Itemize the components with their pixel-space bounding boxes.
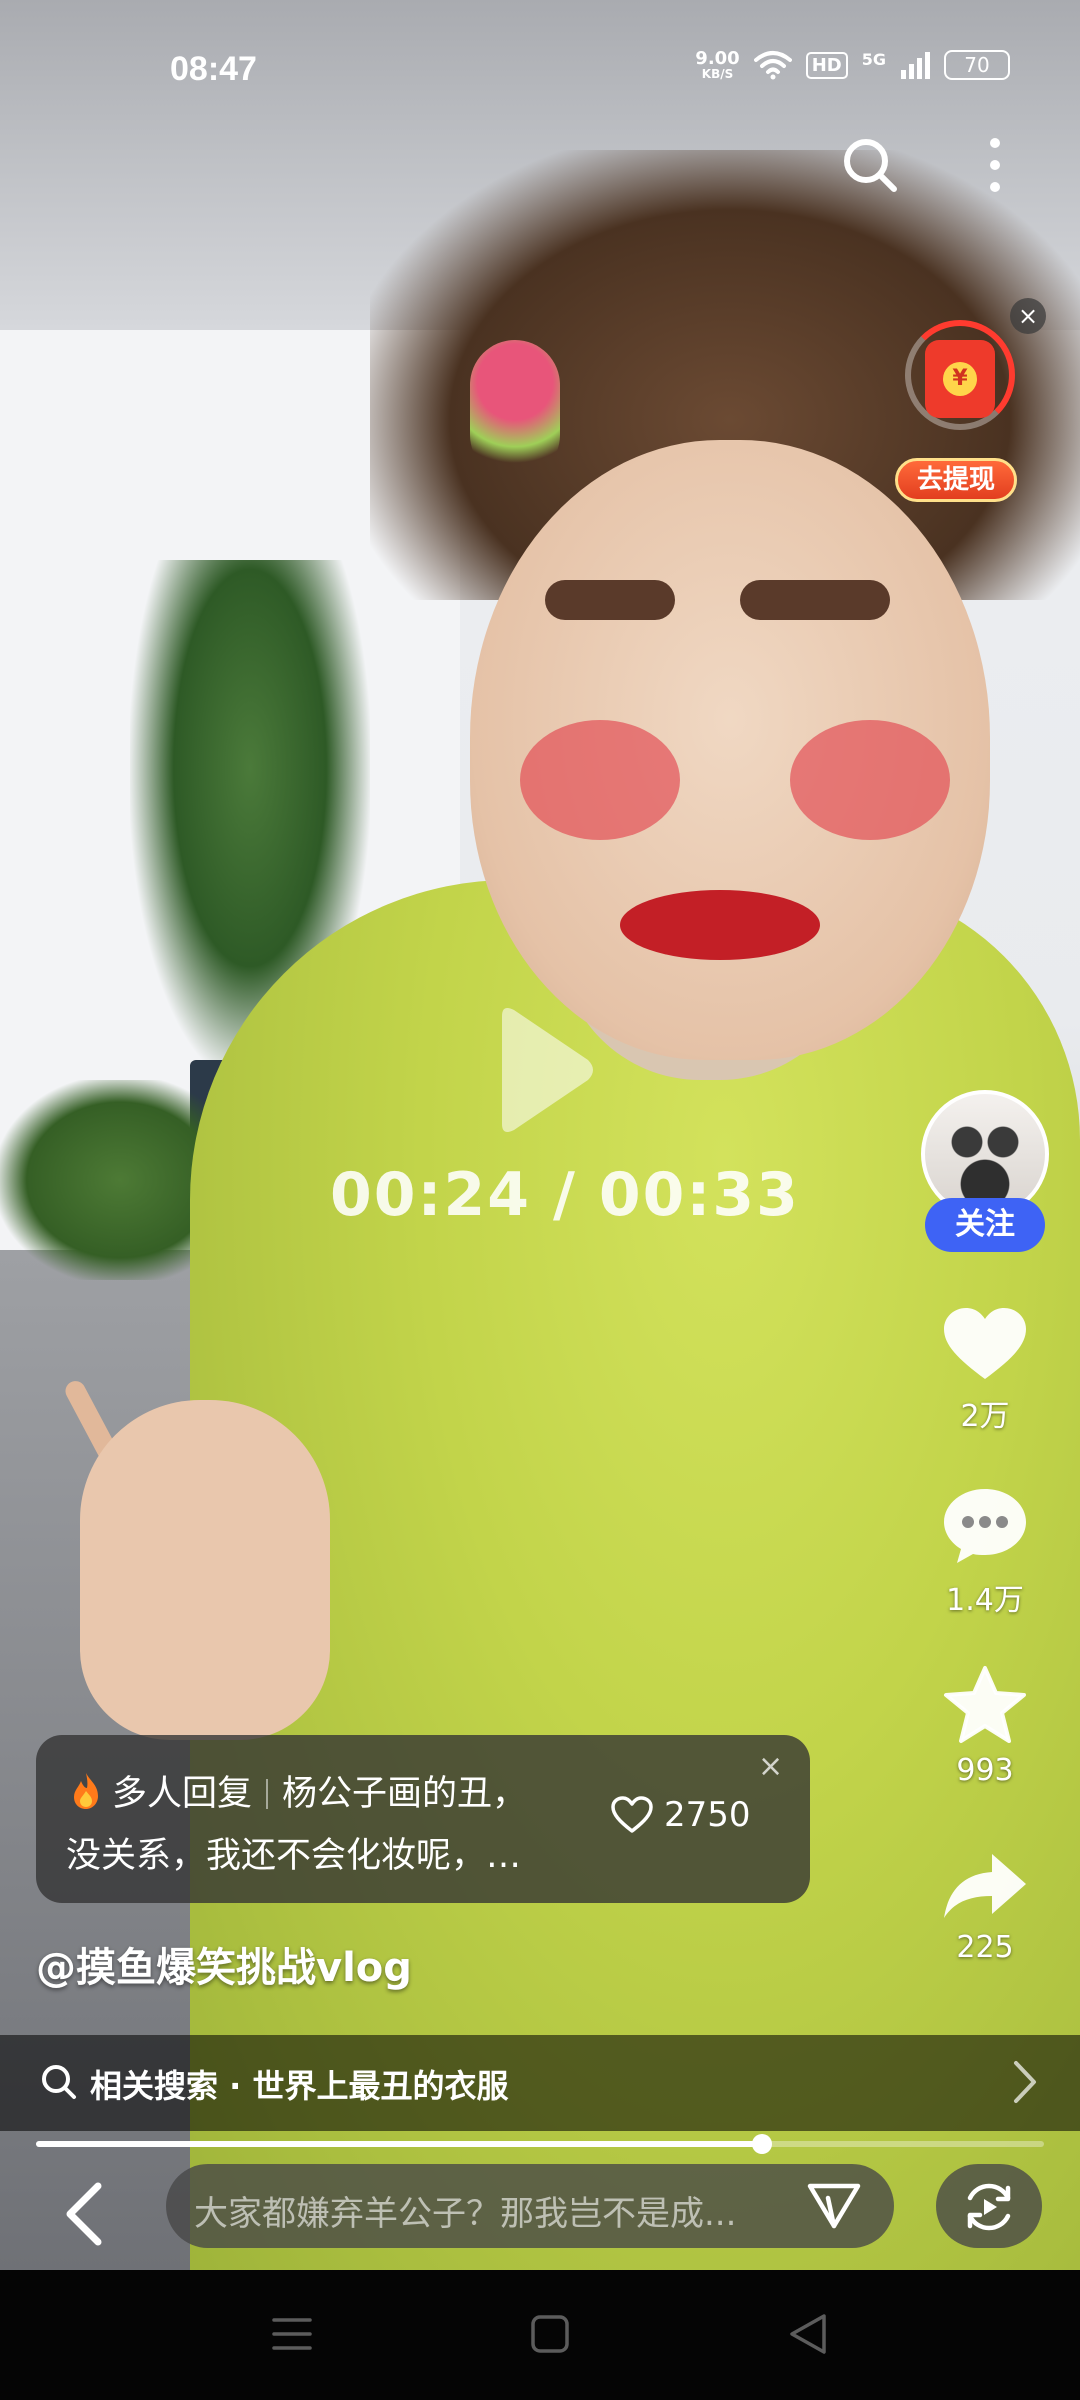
hd-badge: HD <box>805 51 848 79</box>
seek-bar[interactable] <box>36 2134 1044 2154</box>
reward-close-button[interactable]: × <box>1010 298 1046 334</box>
comment-count: 1.4万 <box>946 1583 1024 1618</box>
video-hair-clip <box>470 340 560 480</box>
related-search-bar[interactable]: 相关搜索 · 世界上最丑的衣服 <box>0 2035 1080 2131</box>
star-icon[interactable] <box>943 1665 1027 1745</box>
signal-5g-label: 5G <box>861 50 886 69</box>
fire-icon <box>74 1773 98 1809</box>
wifi-icon <box>753 51 792 80</box>
favorite-count: 993 <box>956 1753 1014 1788</box>
home-icon[interactable] <box>528 2312 572 2356</box>
comment-input-placeholder: 大家都嫌弃羊公子？那我岂不是成... <box>194 2194 737 2234</box>
comment-like-count: 2750 <box>664 1795 751 1835</box>
comment-like-button[interactable]: 2750 <box>610 1795 751 1835</box>
chevron-left-icon[interactable] <box>58 2178 112 2250</box>
status-indicators: 9.00 KB/S HD 5G 70 <box>695 50 1010 80</box>
video-cheek-left <box>520 720 680 840</box>
comment-divider <box>266 1779 269 1809</box>
cash-reward-widget[interactable]: ¥ 去提现 <box>895 310 1025 502</box>
video-brow-left <box>545 580 675 620</box>
share-count: 225 <box>956 1930 1014 1965</box>
network-speed-unit: KB/S <box>701 67 734 81</box>
comment-tag: 多人回复 <box>112 1774 253 1814</box>
video-hand <box>80 1400 330 1740</box>
video-brow-right <box>740 580 890 620</box>
status-time: 08:47 <box>170 50 257 88</box>
reward-coin: ¥ <box>943 362 977 396</box>
screen-rotate-button[interactable] <box>936 2164 1042 2248</box>
status-bar: 08:47 9.00 KB/S HD 5G 70 <box>0 0 1080 140</box>
more-vertical-icon[interactable] <box>975 135 1015 195</box>
heart-icon[interactable] <box>940 1305 1030 1383</box>
reward-withdraw-label[interactable]: 去提现 <box>895 458 1017 502</box>
playback-current-time: 00:24 <box>330 1160 531 1230</box>
comment-line-1-text: 杨公子画的丑， <box>282 1774 528 1814</box>
battery-indicator: 70 <box>944 50 1010 80</box>
search-icon[interactable] <box>840 135 900 195</box>
featured-comment-card[interactable]: 多人回复 杨公子画的丑， 没关系，我还不会化妆呢，… 2750 × <box>36 1735 810 1903</box>
video-lips <box>620 890 820 960</box>
related-search-icon <box>42 2065 76 2099</box>
play-icon[interactable] <box>490 1000 600 1140</box>
like-action[interactable]: 2万 <box>915 1305 1055 1435</box>
cell-signal-icon <box>901 52 930 79</box>
comment-line-1: 多人回复 杨公子画的丑， <box>112 1765 527 1816</box>
recent-apps-icon[interactable] <box>270 2312 314 2356</box>
playback-total-time: 00:33 <box>598 1160 800 1230</box>
comment-line-2: 没关系，我还不会化妆呢，… <box>66 1836 522 1876</box>
network-speed: 9.00 KB/S <box>695 48 740 81</box>
seek-bar-thumb[interactable] <box>751 2134 772 2154</box>
author-handle[interactable]: @摸鱼爆笑挑战vlog <box>36 1935 412 1993</box>
playback-time-separator: / <box>553 1160 577 1230</box>
comment-input[interactable]: 大家都嫌弃羊公子？那我岂不是成... <box>166 2164 894 2248</box>
related-search-label: 相关搜索 · 世界上最丑的衣服 <box>90 2067 509 2105</box>
chevron-right-icon <box>1014 2061 1036 2103</box>
follow-button[interactable]: 关注 <box>925 1198 1045 1252</box>
comment-bubble-icon[interactable] <box>940 1485 1030 1567</box>
comment-card-close-button[interactable]: × <box>758 1749 783 1784</box>
screen-rotate-icon <box>967 2183 1011 2231</box>
seek-bar-fill <box>36 2141 762 2147</box>
heart-outline-icon <box>611 1796 653 1833</box>
bottom-controls: 大家都嫌弃羊公子？那我岂不是成... <box>0 2160 1080 2270</box>
system-navigation-bar <box>0 2270 1080 2400</box>
share-action[interactable]: 225 <box>915 1850 1055 1965</box>
comment-action[interactable]: 1.4万 <box>915 1485 1055 1619</box>
back-triangle-icon[interactable] <box>786 2310 830 2358</box>
like-count: 2万 <box>960 1399 1010 1434</box>
video-cheek-right <box>790 720 950 840</box>
playback-time: 00:24 / 00:33 <box>330 1160 798 1230</box>
network-speed-value: 9.00 <box>695 48 740 69</box>
red-packet-icon: ¥ <box>925 340 995 418</box>
share-arrow-icon[interactable] <box>940 1850 1030 1922</box>
favorite-action[interactable]: 993 <box>915 1665 1055 1788</box>
send-icon[interactable] <box>806 2180 862 2232</box>
